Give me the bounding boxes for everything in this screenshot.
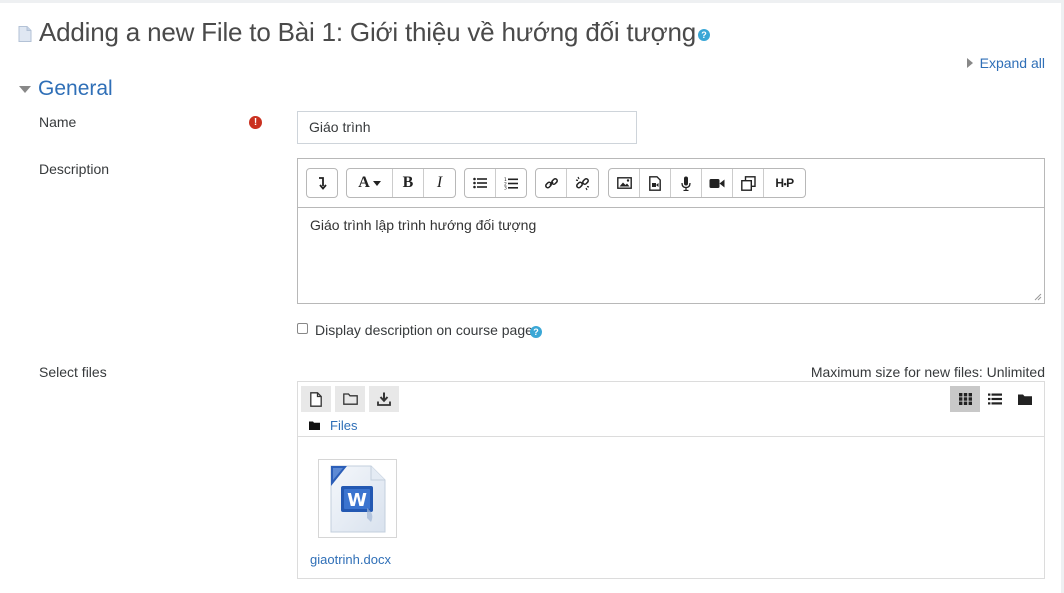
svg-text:3: 3 (504, 185, 507, 189)
word-document-icon: W (330, 465, 385, 532)
image-icon[interactable] (609, 169, 640, 197)
toolbar-toggle-icon[interactable] (307, 169, 337, 197)
display-description-checkbox[interactable] (297, 323, 308, 334)
toolbar-group-2: A B I (346, 168, 456, 198)
editor-toolbar: A B I 123 H•P (297, 158, 1045, 207)
toolbar-group-5: H•P (608, 168, 806, 198)
expand-all-link[interactable]: Expand all (966, 55, 1045, 71)
page-heading: Adding a new File to Bài 1: Giới thiệu v… (18, 14, 711, 50)
file-icon (18, 26, 32, 42)
view-icons-button[interactable] (950, 386, 980, 412)
font-style-icon[interactable]: A (347, 169, 393, 197)
file-item[interactable]: W giaotrinh.docx (310, 459, 400, 567)
link-icon[interactable] (536, 169, 567, 197)
question-circle-icon[interactable]: ? (698, 29, 711, 41)
svg-text:W: W (347, 490, 367, 511)
page-title: Adding a new File to Bài 1: Giới thiệu v… (39, 16, 697, 47)
manage-files-icon[interactable] (733, 169, 764, 197)
resize-grip-icon[interactable] (1034, 293, 1042, 301)
file-name: giaotrinh.docx (310, 552, 391, 567)
file-picker: Files W giaotrinh.docx (297, 381, 1045, 579)
display-description-label: Display description on course page (315, 322, 533, 338)
record-audio-icon[interactable] (671, 169, 702, 197)
unordered-list-icon[interactable] (465, 169, 496, 197)
add-file-button[interactable] (301, 386, 331, 412)
question-circle-icon[interactable]: ? (530, 326, 542, 338)
toolbar-group-4 (535, 168, 599, 198)
name-input[interactable]: Giáo trình (297, 111, 637, 144)
breadcrumb-files-link[interactable]: Files (330, 418, 357, 433)
select-files-label: Select files (39, 364, 107, 380)
download-all-button[interactable] (369, 386, 399, 412)
view-tree-button[interactable] (1010, 386, 1040, 412)
folder-solid-icon (309, 421, 320, 430)
expand-all-label: Expand all (979, 55, 1045, 71)
required-icon: ! (249, 116, 262, 129)
folder-solid-icon (1018, 394, 1032, 405)
new-file-icon (310, 391, 322, 407)
toolbar-group-1 (306, 168, 338, 198)
grid-icon (958, 393, 972, 405)
max-size-text: Maximum size for new files: Unlimited (810, 364, 1045, 380)
caret-right-icon (966, 58, 973, 68)
file-thumbnail: W (318, 459, 397, 538)
media-icon[interactable] (640, 169, 671, 197)
caret-down-icon (19, 85, 31, 93)
folder-icon (342, 393, 358, 405)
file-picker-breadcrumb: Files (309, 418, 357, 433)
italic-icon[interactable]: I (424, 169, 455, 197)
description-text: Giáo trình lập trình hướng đối tượng (310, 217, 537, 233)
download-icon (377, 392, 391, 406)
section-title: General (38, 77, 113, 100)
bold-icon[interactable]: B (393, 169, 424, 197)
top-border (0, 0, 1064, 3)
name-label: Name (39, 114, 77, 130)
file-picker-toolbar: Files (298, 382, 1044, 437)
section-general-toggle[interactable]: General (19, 77, 113, 101)
ordered-list-icon[interactable]: 123 (496, 169, 526, 197)
unlink-icon[interactable] (567, 169, 598, 197)
create-folder-button[interactable] (335, 386, 365, 412)
toolbar-group-3: 123 (464, 168, 527, 198)
view-details-button[interactable] (980, 386, 1010, 412)
description-label: Description (39, 161, 110, 177)
list-icon (988, 393, 1002, 405)
h5p-icon[interactable]: H•P (764, 169, 805, 197)
description-editor[interactable]: Giáo trình lập trình hướng đối tượng (297, 207, 1045, 304)
record-video-icon[interactable] (702, 169, 733, 197)
